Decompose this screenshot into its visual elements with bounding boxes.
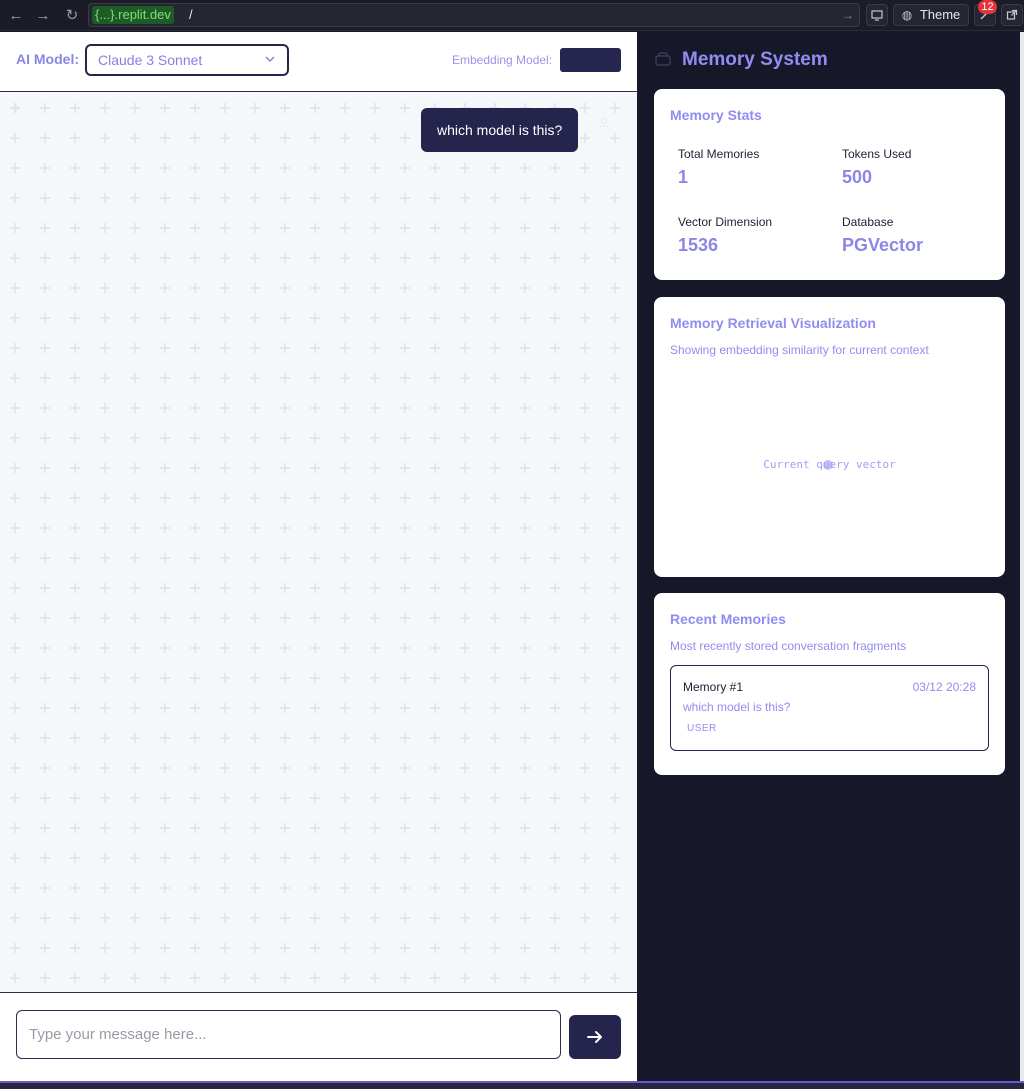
stat-value: PGVector — [842, 235, 924, 255]
notification-badge: 12 — [978, 0, 997, 14]
memory-item[interactable]: Memory #1 03/12 20:28 which model is thi… — [670, 665, 989, 751]
memory-role-tag: USER — [687, 723, 717, 734]
stat-label: Tokens Used — [842, 147, 912, 161]
model-select[interactable]: Claude 3 Sonnet — [85, 44, 289, 76]
address-bar[interactable]: {...}.replit.dev / → — [88, 3, 860, 27]
viz-title: Memory Retrieval Visualization — [670, 315, 876, 331]
embedding-select[interactable] — [560, 48, 621, 72]
embedding-label: Embedding Model: — [452, 53, 553, 67]
memory-sidebar: Memory System Memory Stats Total Memorie… — [637, 32, 1020, 1081]
message-input[interactable] — [16, 1010, 561, 1059]
memory-date: 03/12 20:28 — [912, 680, 976, 694]
model-select-value: Claude 3 Sonnet — [98, 52, 203, 68]
browser-toolbar: ← → ↻ {...}.replit.dev / → ◍ Theme 12 — [0, 0, 1024, 31]
stat-value: 500 — [842, 167, 873, 187]
send-button[interactable] — [569, 1015, 621, 1059]
forward-icon[interactable]: → — [33, 6, 53, 26]
stat-label: Database — [842, 215, 894, 229]
stat-label: Total Memories — [678, 147, 760, 161]
devices-icon[interactable] — [866, 4, 888, 26]
model-header: AI Model: Claude 3 Sonnet Embedding Mode… — [0, 32, 637, 92]
user-avatar-icon — [594, 115, 614, 135]
memory-name: Memory #1 — [683, 680, 744, 694]
memory-text: which model is this? — [683, 700, 791, 714]
retrieval-visualization-card: Memory Retrieval Visualization Showing e… — [654, 297, 1005, 577]
reload-icon[interactable]: ↻ — [62, 6, 82, 26]
stat-value: 1536 — [678, 235, 719, 255]
user-message: which model is this? — [421, 108, 579, 152]
url-path: / — [189, 7, 193, 22]
stat-label: Vector Dimension — [678, 215, 773, 229]
back-icon[interactable]: ← — [6, 6, 26, 26]
new-tab-icon[interactable] — [1001, 4, 1023, 26]
recent-title: Recent Memories — [670, 611, 786, 627]
memory-stats-card: Memory Stats Total Memories 1 Tokens Use… — [654, 89, 1005, 280]
query-vector-label: Current query vector — [763, 458, 896, 471]
go-icon[interactable]: → — [842, 6, 854, 24]
composer — [0, 992, 637, 1081]
viz-subtitle: Showing embedding similarity for current… — [670, 343, 929, 357]
stats-title: Memory Stats — [670, 107, 762, 123]
recent-subtitle: Most recently stored conversation fragme… — [670, 639, 907, 653]
theme-label: Theme — [919, 7, 961, 22]
memory-title: Memory System — [682, 49, 828, 70]
background-pattern — [0, 93, 637, 992]
message-list: which model is this? — [0, 93, 637, 992]
theme-button[interactable]: ◍ Theme — [893, 4, 969, 26]
model-label: AI Model: — [16, 51, 79, 67]
chat-pane: AI Model: Claude 3 Sonnet Embedding Mode… — [0, 32, 637, 1081]
page-scrollbar[interactable] — [1020, 32, 1024, 1081]
recent-memories-card: Recent Memories Most recently stored con… — [654, 593, 1005, 775]
database-icon — [655, 52, 671, 66]
arrow-right-icon — [587, 1031, 602, 1043]
palette-icon: ◍ — [901, 8, 913, 22]
stat-value: 1 — [678, 167, 689, 187]
bottom-strip — [0, 1081, 1024, 1089]
url-domain: {...}.replit.dev — [92, 6, 174, 24]
chevron-down-icon — [265, 56, 275, 63]
